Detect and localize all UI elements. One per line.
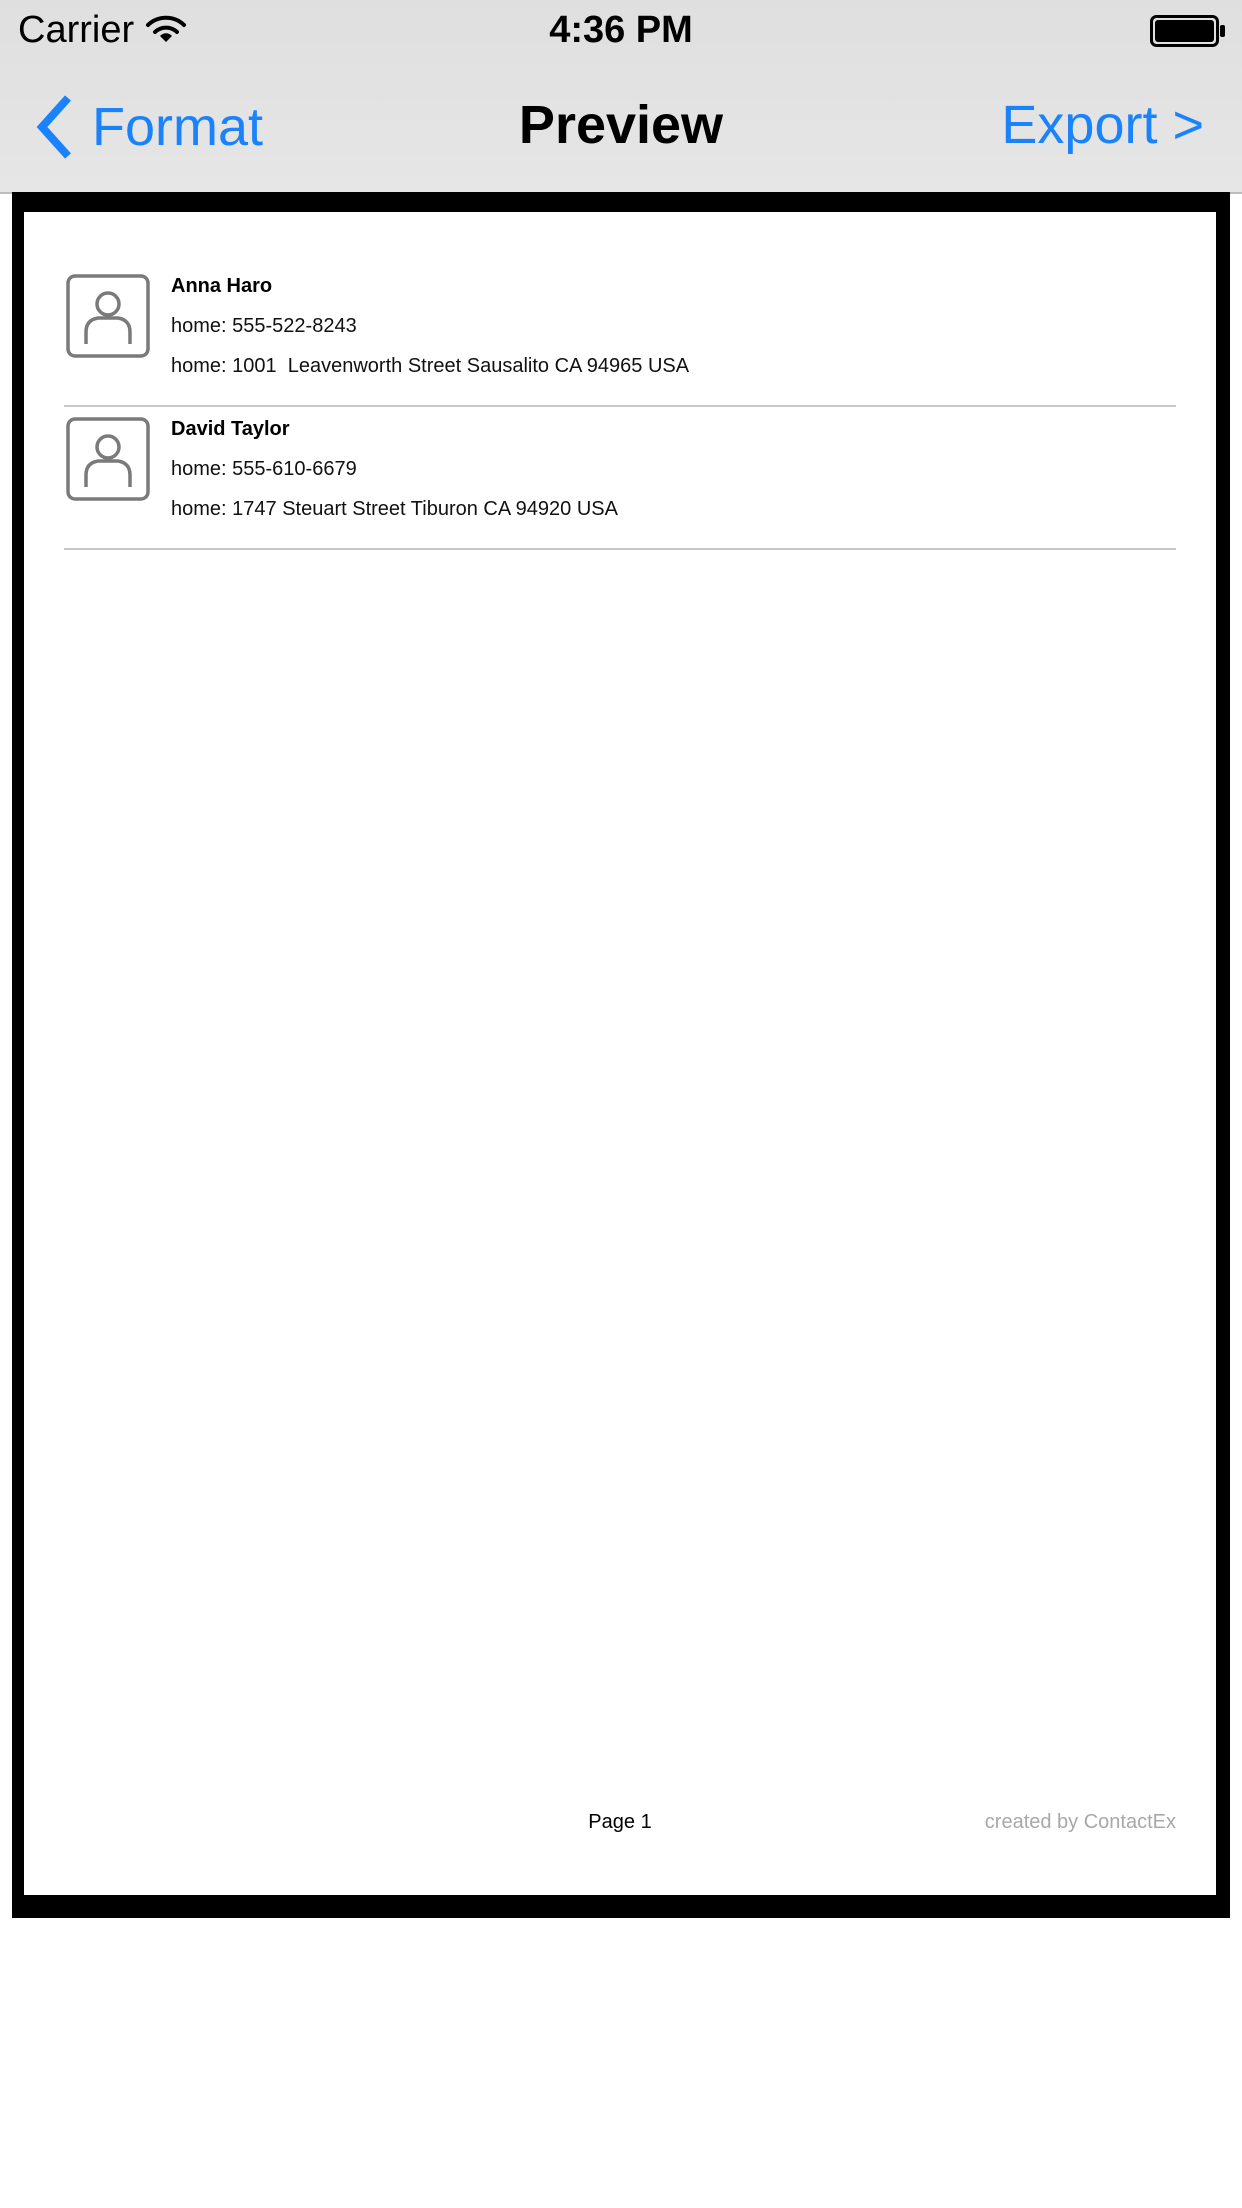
- export-button[interactable]: Export >: [1001, 92, 1204, 158]
- contact-row: David Taylor home: 555-610-6679 home: 17…: [64, 407, 1176, 550]
- contact-list: Anna Haro home: 555-522-8243 home: 1001 …: [64, 264, 1176, 550]
- contact-name: David Taylor: [171, 418, 290, 440]
- created-by-label: created by ContactEx: [984, 1811, 1176, 1833]
- contact-address: home: 1001 Leavenworth Street Sausalito …: [171, 355, 690, 377]
- screen: Carrier 4:36 PM Format Preview Export >: [0, 0, 1242, 2208]
- person-placeholder-icon: [66, 274, 150, 358]
- preview-frame: Anna Haro home: 555-522-8243 home: 1001 …: [12, 192, 1230, 1918]
- top-bar: Carrier 4:36 PM Format Preview Export >: [0, 0, 1242, 194]
- status-time: 4:36 PM: [549, 9, 693, 51]
- contact-phone: home: 555-610-6679: [171, 458, 357, 480]
- contact-phone: home: 555-522-8243: [171, 315, 357, 337]
- contact-details: Anna Haro home: 555-522-8243 home: 1001 …: [171, 264, 689, 386]
- contact-address: home: 1747 Steuart Street Tiburon CA 949…: [171, 498, 618, 520]
- person-placeholder-icon: [66, 417, 150, 501]
- preview-page[interactable]: Anna Haro home: 555-522-8243 home: 1001 …: [24, 212, 1216, 1895]
- battery-full-icon: [1150, 15, 1225, 47]
- contact-row: Anna Haro home: 555-522-8243 home: 1001 …: [64, 264, 1176, 407]
- contact-details: David Taylor home: 555-610-6679 home: 17…: [171, 407, 618, 529]
- contact-name: Anna Haro: [171, 275, 273, 297]
